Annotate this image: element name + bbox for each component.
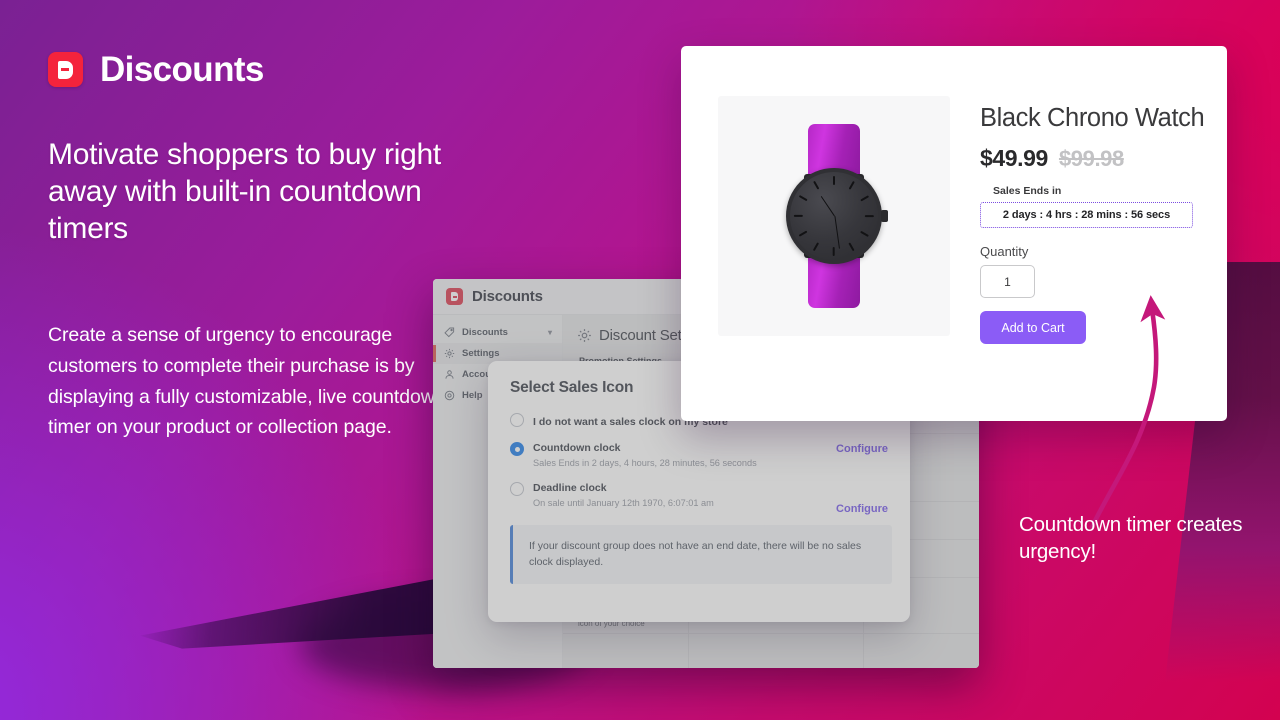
product-image xyxy=(718,96,950,336)
configure-link-deadline[interactable]: Configure xyxy=(836,503,888,515)
watch-illustration-icon xyxy=(774,116,894,316)
marketing-headline: Motivate shoppers to buy right away with… xyxy=(48,138,441,245)
quantity-input[interactable]: 1 xyxy=(980,265,1035,299)
product-preview-card: Black Chrono Watch $49.99 $99.98 Sales E… xyxy=(681,46,1227,421)
radio-button[interactable] xyxy=(510,442,524,456)
sidebar-item-label: Discounts xyxy=(462,327,508,338)
radio-option-deadline-clock[interactable]: Deadline clock On sale until January 12t… xyxy=(510,481,888,515)
person-icon xyxy=(444,369,455,380)
sidebar-item-label: Help xyxy=(462,390,483,401)
add-to-cart-button[interactable]: Add to Cart xyxy=(980,311,1086,345)
brand-header: Discounts xyxy=(48,52,264,87)
option-label: Countdown clock xyxy=(533,442,621,454)
radio-option-countdown-clock[interactable]: Countdown clock Sales Ends in 2 days, 4 … xyxy=(510,441,888,470)
option-label: Deadline clock xyxy=(533,481,607,494)
sidebar-item-label: Settings xyxy=(462,348,500,359)
help-circle-icon xyxy=(444,390,455,401)
marketing-subcopy: Create a sense of urgency to encourage c… xyxy=(48,324,446,439)
option-sublabel: On sale until January 12th 1970, 6:07:01… xyxy=(533,497,714,508)
b-app-logo-icon xyxy=(48,52,83,87)
promo-banner-stage: Discounts Motivate shoppers to buy right… xyxy=(0,0,1280,720)
gear-icon xyxy=(444,348,455,359)
product-title: Black Chrono Watch xyxy=(980,104,1205,132)
price-current: $49.99 xyxy=(980,145,1048,172)
price-row: $49.99 $99.98 xyxy=(980,145,1205,172)
sidebar-item-discounts[interactable]: Discounts ▾ xyxy=(433,322,562,343)
option-sublabel: Sales Ends in 2 days, 4 hours, 28 minute… xyxy=(533,458,757,469)
radio-button[interactable] xyxy=(510,481,524,496)
annotation-text: Countdown timer creates urgency! xyxy=(1019,513,1243,563)
quantity-label: Quantity xyxy=(980,244,1029,260)
admin-logo-icon xyxy=(446,288,463,305)
info-notice-banner: If your discount group does not have an … xyxy=(510,525,892,584)
countdown-timer: 2 days : 4 hrs : 28 mins : 56 secs xyxy=(980,202,1193,229)
chevron-down-icon[interactable]: ▾ xyxy=(548,328,552,337)
sales-ends-label: Sales Ends in xyxy=(993,185,1062,198)
radio-button[interactable] xyxy=(510,413,524,427)
configure-link-countdown[interactable]: Configure xyxy=(836,443,888,455)
brand-title: Discounts xyxy=(100,50,264,89)
admin-window-title: Discounts xyxy=(472,288,543,305)
tag-icon xyxy=(444,327,455,338)
price-original: $99.98 xyxy=(1058,146,1124,172)
